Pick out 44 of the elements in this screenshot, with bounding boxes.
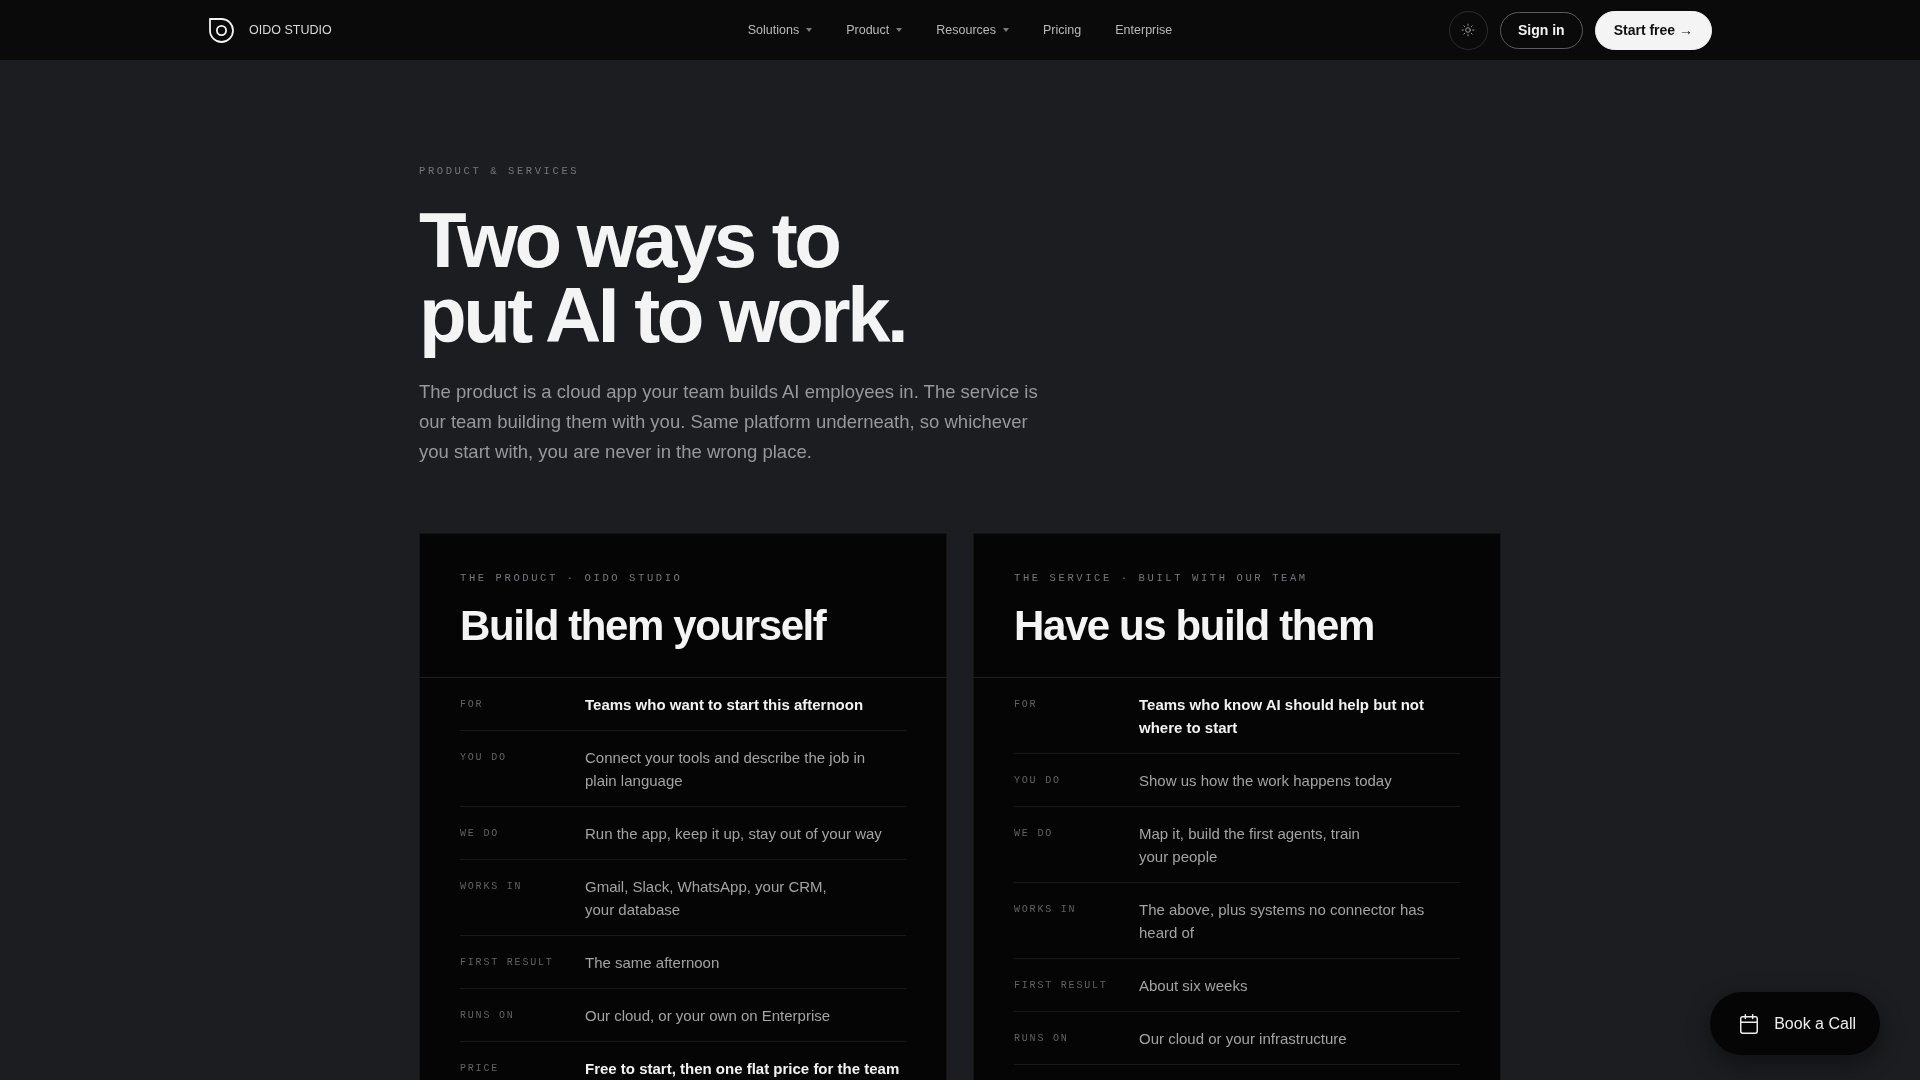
card-eyebrow: THE SERVICE · BUILT WITH OUR TEAM [1014,571,1308,585]
logo-icon [208,16,235,44]
nav-link[interactable]: Enterprise [1115,23,1173,37]
row-value: About six weeks [1139,975,1248,996]
card-eyebrow: THE PRODUCT · OIDO STUDIO [460,571,683,585]
row-label: FIRST RESULT [460,955,554,970]
book-call-button[interactable]: Book a Call [1710,992,1880,1055]
row-value: The same afternoon [585,952,720,973]
row-value: Teams who know AI should help but not where to start [1139,694,1424,738]
row-label: RUNS ON [460,1008,515,1023]
row-value: Gmail, Slack, WhatsApp, your CRM, your database [585,876,827,920]
hero-heading: Two ways to put AI to work. [419,200,906,361]
row-value: Our cloud or your infrastructure [1139,1028,1347,1049]
card-title: Have us build them [1014,601,1374,651]
row-label: WORKS IN [1014,902,1077,917]
row-label: PRICE [460,1061,499,1076]
nav-link[interactable]: Product [846,23,903,37]
row-label: WE DO [460,826,499,841]
row-label: FIRST RESULT [1014,978,1108,993]
row-label: RUNS ON [1014,1031,1069,1046]
sun-icon [1461,23,1476,37]
row-value: Show us how the work happens today [1139,770,1392,791]
nav-link[interactable]: Solutions [747,23,813,37]
row-label: YOU DO [460,750,507,765]
nav-link[interactable]: Pricing [1043,23,1082,37]
brand-link[interactable]: OIDO STUDIO [208,16,332,44]
hero-intro: The product is a cloud app your team builds AI employees in. The service is our team building them with you. Same platform underneath, so whichever you start with, you are never in the wrong place. [419,380,1038,464]
card-title: Build them yourself [460,601,826,651]
row-value: The above, plus systems no connector has heard of [1139,899,1425,943]
row-label: FOR [460,697,484,712]
row-value: Teams who want to start this afternoon [585,694,864,715]
row-label: YOU DO [1014,773,1061,788]
row-value: Map it, build the first agents, train your people [1139,823,1360,867]
row-label: FOR [1014,697,1038,712]
row-value: Free to start, then one flat price for the team [585,1058,900,1079]
start-free-button[interactable]: Start free → [1594,10,1712,50]
row-value: Our cloud, or your own on Enterprise [585,1005,831,1026]
row-value: Run the app, keep it up, stay out of your way [585,823,882,844]
nav-link[interactable]: Resources [936,23,1010,37]
row-label: WORKS IN [460,879,523,894]
row-value: Connect your tools and describe the job in plain language [585,747,866,791]
section-eyebrow: PRODUCT & SERVICES [419,164,580,178]
row-label: WE DO [1014,826,1053,841]
calendar-icon [1738,1012,1761,1035]
